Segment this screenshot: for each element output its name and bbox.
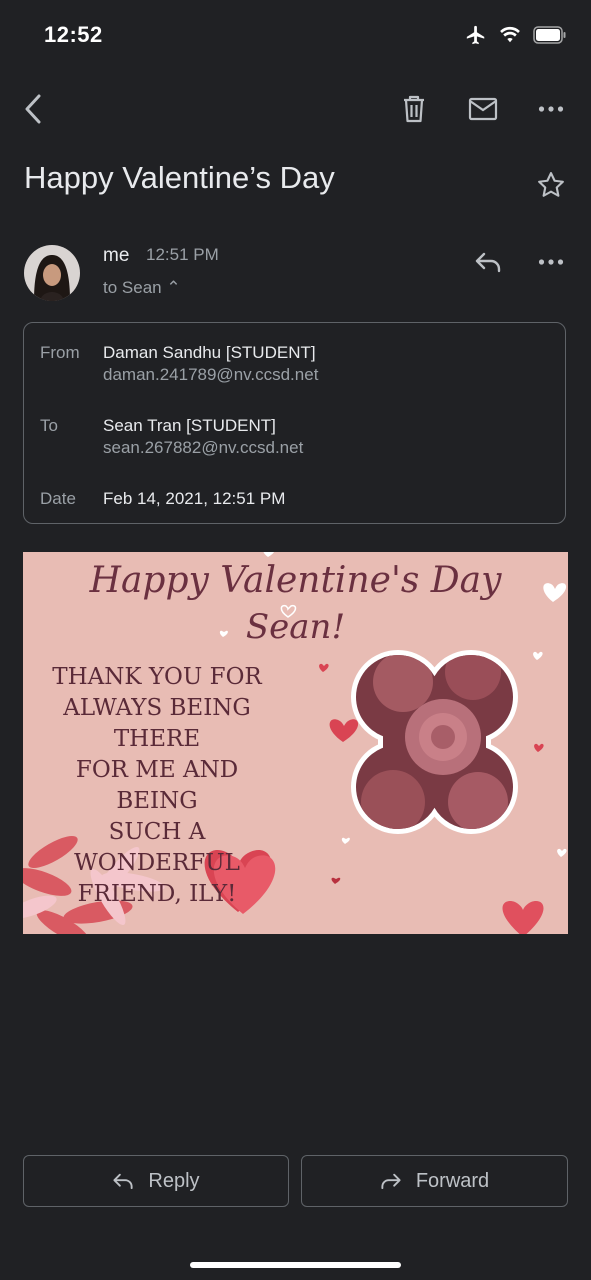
card-message: THANK YOU FOR ALWAYS BEING THERE FOR ME … bbox=[37, 662, 277, 910]
reply-icon bbox=[475, 252, 501, 273]
card-recipient: Sean! bbox=[245, 607, 346, 647]
forward-label: Forward bbox=[415, 1169, 490, 1192]
forward-icon bbox=[381, 1173, 401, 1190]
mark-unread-button[interactable] bbox=[466, 94, 500, 124]
mail-icon bbox=[468, 97, 498, 121]
status-time: 12:52 bbox=[44, 22, 103, 47]
from-email[interactable]: daman.241789@nv.ccsd.net bbox=[103, 365, 318, 385]
star-icon bbox=[538, 172, 564, 197]
card-message-line: SUCH A WONDERFUL bbox=[74, 819, 240, 876]
reply-icon bbox=[113, 1173, 134, 1190]
battery-icon bbox=[533, 26, 566, 44]
message-details: From Daman Sandhu [STUDENT] daman.241789… bbox=[23, 322, 566, 524]
home-indicator[interactable] bbox=[190, 1262, 401, 1268]
card-message-line: ALWAYS BEING THERE bbox=[63, 695, 251, 752]
card-message-line: FOR ME AND BEING bbox=[75, 757, 239, 814]
more-horizontal-icon bbox=[538, 106, 564, 112]
reply-button[interactable]: Reply bbox=[23, 1155, 289, 1207]
email-subject: Happy Valentine’s Day bbox=[24, 160, 335, 195]
status-icons bbox=[465, 24, 567, 46]
sent-time: 12:51 PM bbox=[146, 245, 219, 264]
date-value: Feb 14, 2021, 12:51 PM bbox=[103, 489, 286, 508]
chevron-left-icon bbox=[25, 94, 41, 124]
from-name: Daman Sandhu [STUDENT] bbox=[103, 343, 316, 362]
to-label: To bbox=[40, 416, 58, 435]
airplane-icon bbox=[466, 25, 485, 45]
to-email[interactable]: sean.267882@nv.ccsd.net bbox=[103, 438, 303, 458]
message-more-button[interactable] bbox=[536, 250, 566, 274]
more-horizontal-icon bbox=[538, 259, 564, 265]
avatar[interactable] bbox=[24, 245, 80, 301]
back-button[interactable] bbox=[18, 92, 48, 126]
reply-label: Reply bbox=[148, 1169, 200, 1192]
reply-icon-button[interactable] bbox=[472, 248, 504, 276]
card-message-line: THANK YOU FOR bbox=[52, 664, 262, 690]
valentine-card-image[interactable]: Happy Valentine's Day Sean! THANK YOU FO… bbox=[23, 552, 568, 934]
sender-name: me bbox=[103, 245, 130, 266]
to-name: Sean Tran [STUDENT] bbox=[103, 416, 276, 435]
avatar-image bbox=[24, 245, 80, 301]
from-label: From bbox=[40, 343, 80, 362]
delete-button[interactable] bbox=[398, 92, 430, 126]
wifi-icon bbox=[500, 26, 520, 43]
recipient-toggle[interactable]: to Sean ⌃ bbox=[103, 278, 181, 298]
card-message-line: FRIEND, ILY! bbox=[77, 881, 237, 907]
card-heading: Happy Valentine's Day bbox=[89, 560, 502, 601]
forward-button[interactable]: Forward bbox=[301, 1155, 568, 1207]
date-label: Date bbox=[40, 489, 76, 508]
more-options-button[interactable] bbox=[536, 96, 566, 122]
trash-icon bbox=[404, 95, 424, 123]
star-button[interactable] bbox=[536, 170, 566, 205]
